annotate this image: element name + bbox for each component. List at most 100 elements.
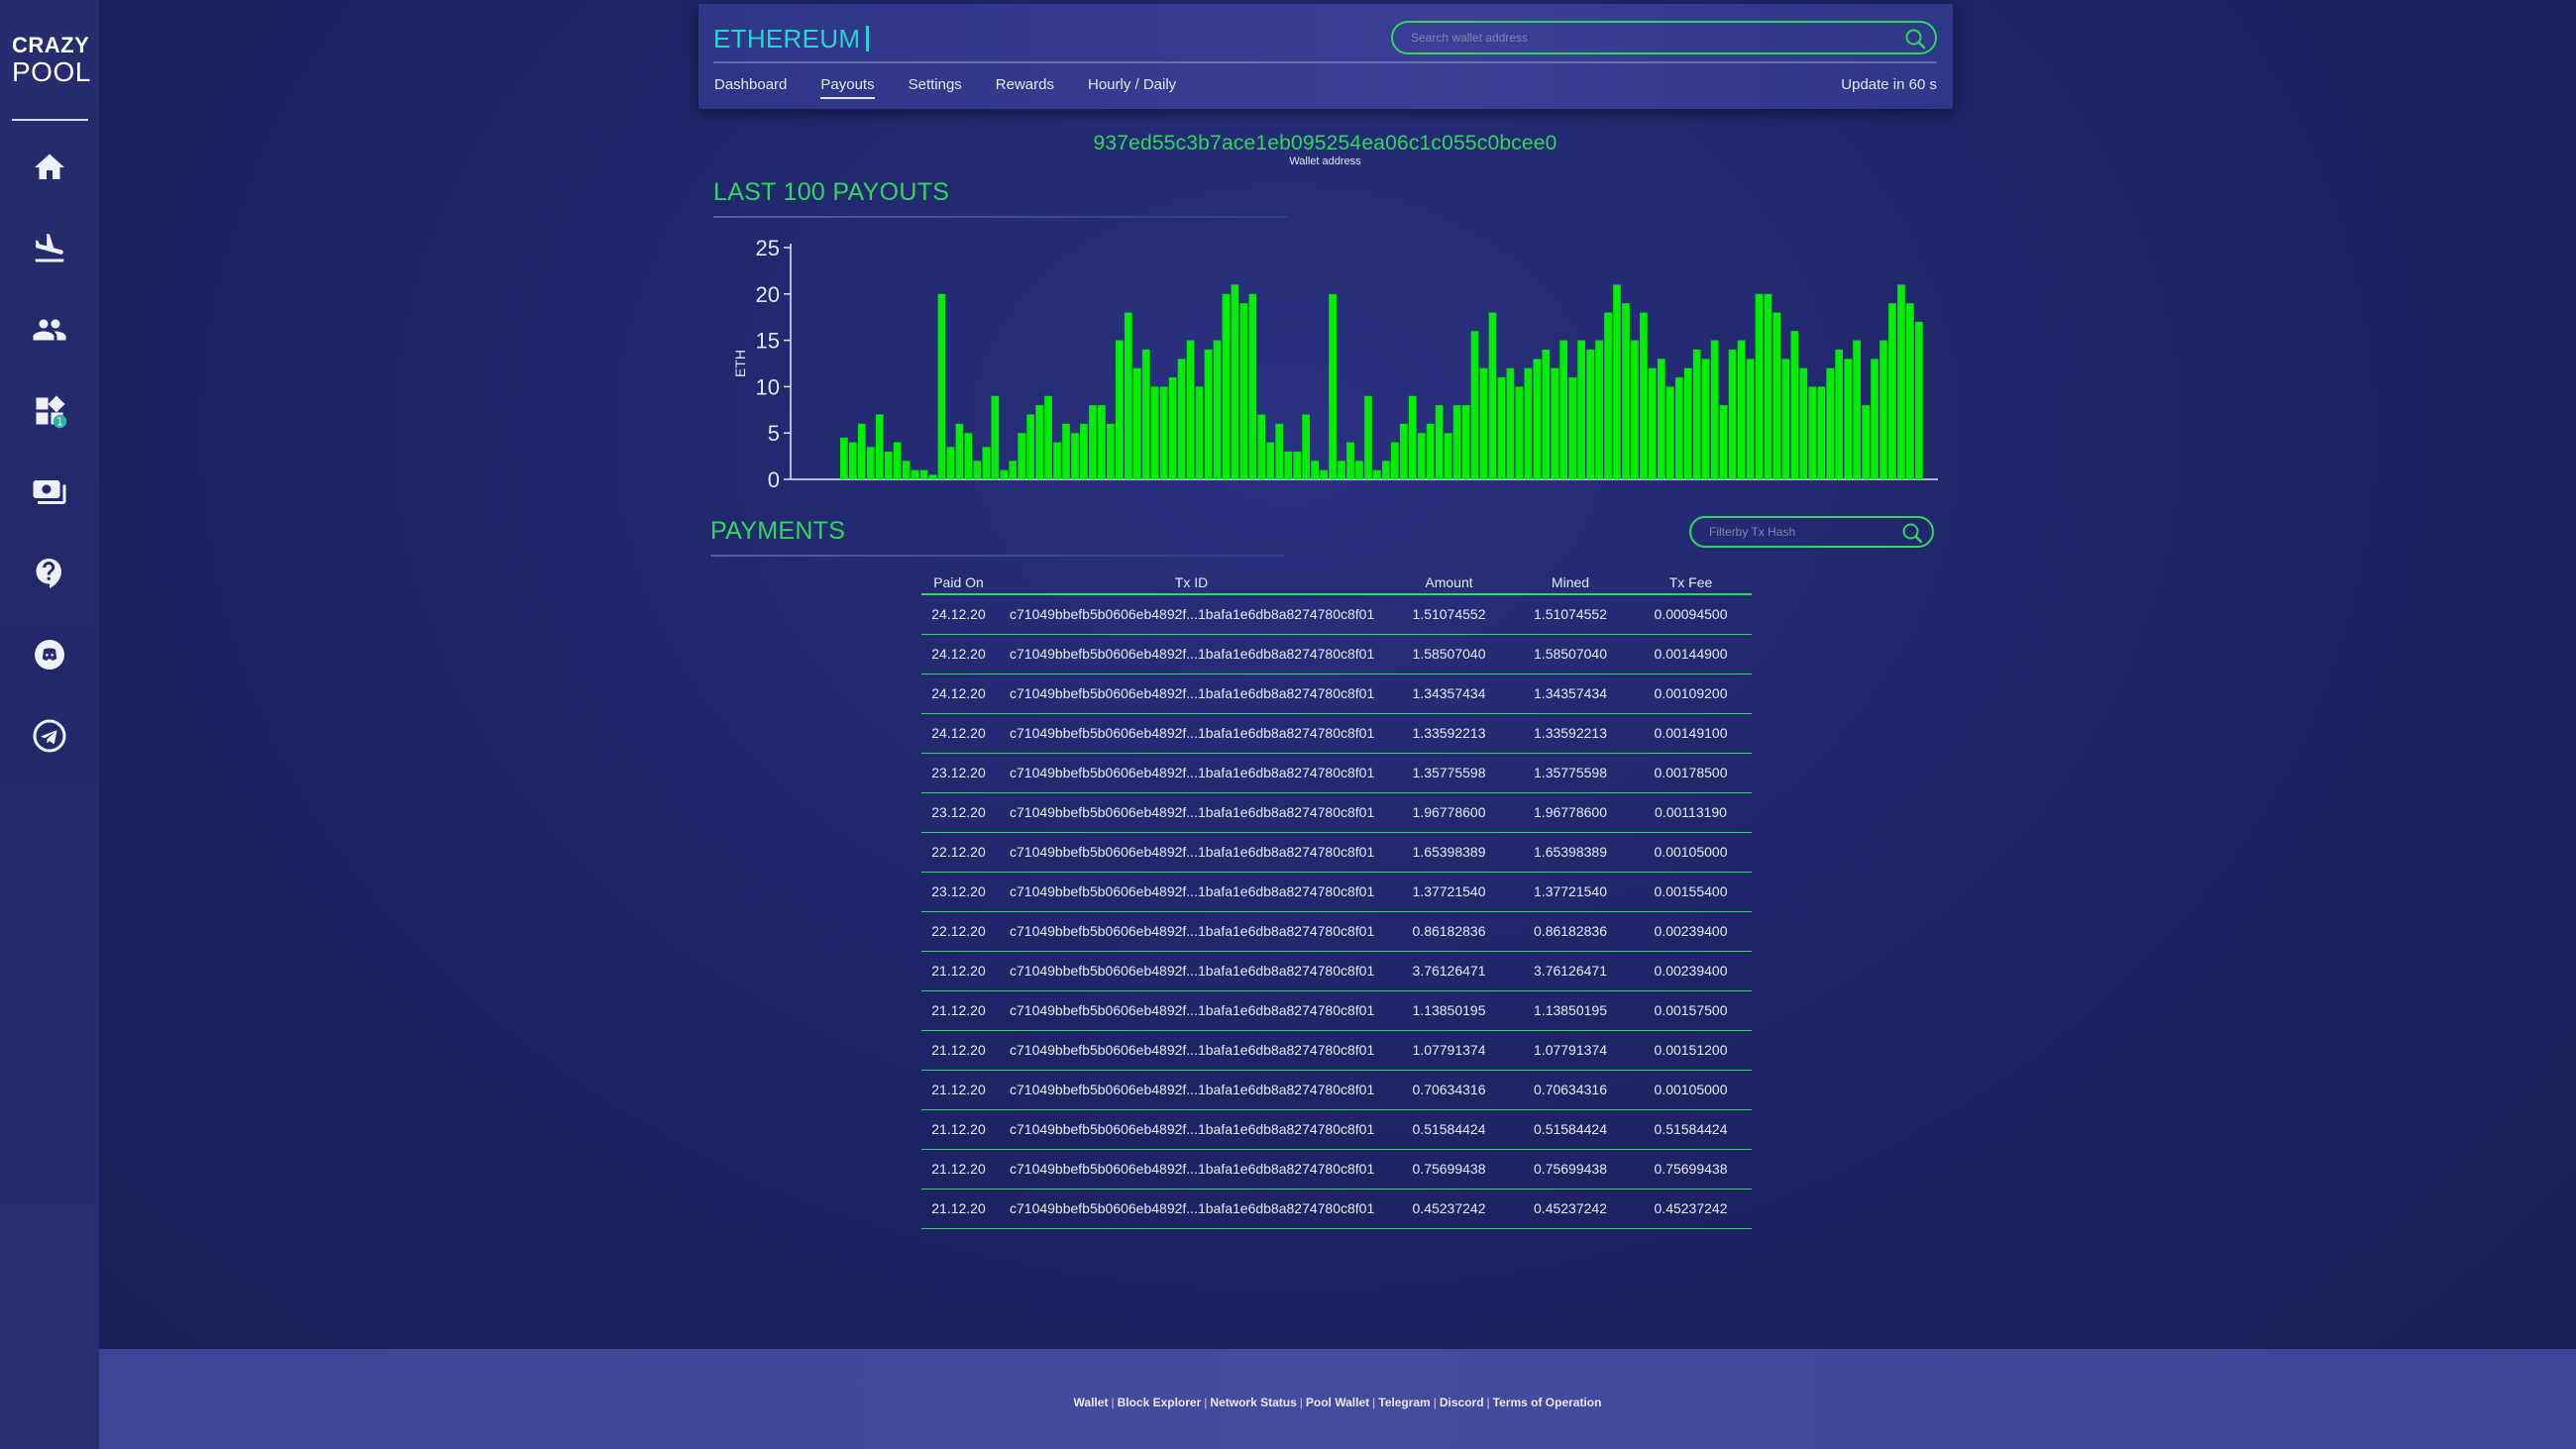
chart-bar[interactable] <box>1674 377 1683 479</box>
tab-dashboard[interactable]: Dashboard <box>714 76 787 99</box>
chart-bar[interactable] <box>1364 395 1372 479</box>
cell-tx-id[interactable]: c71049bbefb5b0606eb4892f...1bafa1e6db8a8… <box>996 911 1387 952</box>
chart-bar[interactable] <box>937 293 946 479</box>
wallet-search-input[interactable] <box>1411 23 1893 52</box>
chart-bar[interactable] <box>1640 312 1648 479</box>
chart-bar[interactable] <box>1577 340 1585 479</box>
chart-bar[interactable] <box>1799 367 1808 479</box>
footer-link[interactable]: Discord <box>1440 1396 1484 1409</box>
chart-bar[interactable] <box>857 423 866 479</box>
chart-bar[interactable] <box>1018 433 1026 479</box>
wallet-address[interactable]: 937ed55c3b7ace1eb095254ea06c1c055c0bcee0 <box>991 132 1660 155</box>
chart-bar[interactable] <box>1098 405 1106 479</box>
chart-bar[interactable] <box>1764 293 1772 479</box>
cell-tx-id[interactable]: c71049bbefb5b0606eb4892f...1bafa1e6db8a8… <box>996 594 1387 635</box>
chart-bar[interactable] <box>1524 367 1533 479</box>
cell-tx-id[interactable]: c71049bbefb5b0606eb4892f...1bafa1e6db8a8… <box>996 1030 1387 1071</box>
chart-bar[interactable] <box>1871 359 1878 479</box>
help-icon[interactable] <box>32 556 67 591</box>
chart-bar[interactable] <box>866 447 875 479</box>
chart-bar[interactable] <box>1613 284 1621 479</box>
chart-bar[interactable] <box>1542 349 1551 479</box>
chart-bar[interactable] <box>1320 469 1328 479</box>
cell-tx-id[interactable]: c71049bbefb5b0606eb4892f...1bafa1e6db8a8… <box>996 951 1387 991</box>
chart-bar[interactable] <box>1080 423 1088 479</box>
chart-bar[interactable] <box>1897 284 1905 479</box>
chart-bar[interactable] <box>1879 340 1887 479</box>
chart-bar[interactable] <box>1124 312 1132 479</box>
chart-bar[interactable] <box>1373 469 1381 479</box>
chart-bar[interactable] <box>1284 451 1293 479</box>
chart-bar[interactable] <box>1408 395 1417 479</box>
chart-bar[interactable] <box>1435 405 1444 479</box>
cell-tx-id[interactable]: c71049bbefb5b0606eb4892f...1bafa1e6db8a8… <box>996 673 1387 714</box>
chart-bar[interactable] <box>1746 359 1755 479</box>
chart-bar[interactable] <box>1115 340 1124 479</box>
home-icon[interactable] <box>32 150 67 185</box>
chart-bar[interactable] <box>1595 340 1603 479</box>
tx-hash-filter-input[interactable] <box>1709 518 1890 546</box>
chart-bar[interactable] <box>1808 386 1817 479</box>
chart-bar[interactable] <box>1035 405 1043 479</box>
chart-bar[interactable] <box>1790 331 1799 479</box>
chart-bar[interactable] <box>1053 442 1061 479</box>
chart-bar[interactable] <box>902 461 911 479</box>
chart-bar[interactable] <box>1692 349 1701 479</box>
chart-bar[interactable] <box>1266 442 1275 479</box>
chart-bar[interactable] <box>1417 433 1426 479</box>
chart-bar[interactable] <box>1186 340 1195 479</box>
chart-bar[interactable] <box>1426 423 1435 479</box>
chart-bar[interactable] <box>1204 349 1213 479</box>
cell-tx-id[interactable]: c71049bbefb5b0606eb4892f...1bafa1e6db8a8… <box>996 753 1387 793</box>
cell-tx-id[interactable]: c71049bbefb5b0606eb4892f...1bafa1e6db8a8… <box>996 990 1387 1031</box>
chart-bar[interactable] <box>911 469 919 479</box>
cell-tx-id[interactable]: c71049bbefb5b0606eb4892f...1bafa1e6db8a8… <box>996 1189 1387 1229</box>
chart-bar[interactable] <box>1835 349 1844 479</box>
filter-search-icon[interactable] <box>1900 521 1924 545</box>
chart-bar[interactable] <box>1275 423 1284 479</box>
chart-bar[interactable] <box>964 433 973 479</box>
chart-bar[interactable] <box>1141 349 1150 479</box>
footer-link[interactable]: Pool Wallet <box>1306 1396 1369 1409</box>
chart-bar[interactable] <box>1568 377 1577 479</box>
cell-tx-id[interactable]: c71049bbefb5b0606eb4892f...1bafa1e6db8a8… <box>996 832 1387 873</box>
tab-settings[interactable]: Settings <box>909 76 962 99</box>
chart-bar[interactable] <box>1586 349 1594 479</box>
chart-bar[interactable] <box>1649 367 1657 479</box>
chart-bar[interactable] <box>1701 359 1710 479</box>
chart-bar[interactable] <box>1071 433 1079 479</box>
col-amount[interactable]: Amount <box>1387 570 1511 595</box>
col-paid-on[interactable]: Paid On <box>921 570 996 595</box>
chart-bar[interactable] <box>1009 461 1018 479</box>
col-tx-id[interactable]: Tx ID <box>996 570 1387 595</box>
chart-bar[interactable] <box>919 469 928 479</box>
chart-bar[interactable] <box>991 395 1000 479</box>
chart-bar[interactable] <box>1559 340 1568 479</box>
chart-bar[interactable] <box>1338 461 1345 479</box>
col-mined[interactable]: Mined <box>1511 570 1630 595</box>
col-tx-fee[interactable]: Tx Fee <box>1630 570 1752 595</box>
footer-link[interactable]: Telegram <box>1378 1396 1430 1409</box>
footer-link[interactable]: Terms of Operation <box>1493 1396 1602 1409</box>
chart-bar[interactable] <box>1150 386 1159 479</box>
chart-bar[interactable] <box>1452 405 1461 479</box>
chart-bar[interactable] <box>1132 367 1141 479</box>
chart-bar[interactable] <box>1444 433 1452 479</box>
chart-bar[interactable] <box>1195 386 1204 479</box>
chart-bar[interactable] <box>928 474 937 479</box>
chart-bar[interactable] <box>955 423 964 479</box>
chart-bar[interactable] <box>1107 423 1115 479</box>
chart-bar[interactable] <box>1159 386 1168 479</box>
cell-tx-id[interactable]: c71049bbefb5b0606eb4892f...1bafa1e6db8a8… <box>996 1149 1387 1190</box>
chart-bar[interactable] <box>1551 367 1559 479</box>
chart-bar[interactable] <box>884 451 893 479</box>
tab-hourly-daily[interactable]: Hourly / Daily <box>1088 76 1176 99</box>
chart-bar[interactable] <box>973 461 982 479</box>
cell-tx-id[interactable]: c71049bbefb5b0606eb4892f...1bafa1e6db8a8… <box>996 872 1387 912</box>
chart-bar[interactable] <box>893 442 902 479</box>
chart-bar[interactable] <box>1329 293 1337 479</box>
chart-bar[interactable] <box>1000 469 1009 479</box>
chart-bar[interactable] <box>848 442 857 479</box>
airplane-landing-icon[interactable] <box>32 231 67 266</box>
chart-bar[interactable] <box>1826 367 1835 479</box>
